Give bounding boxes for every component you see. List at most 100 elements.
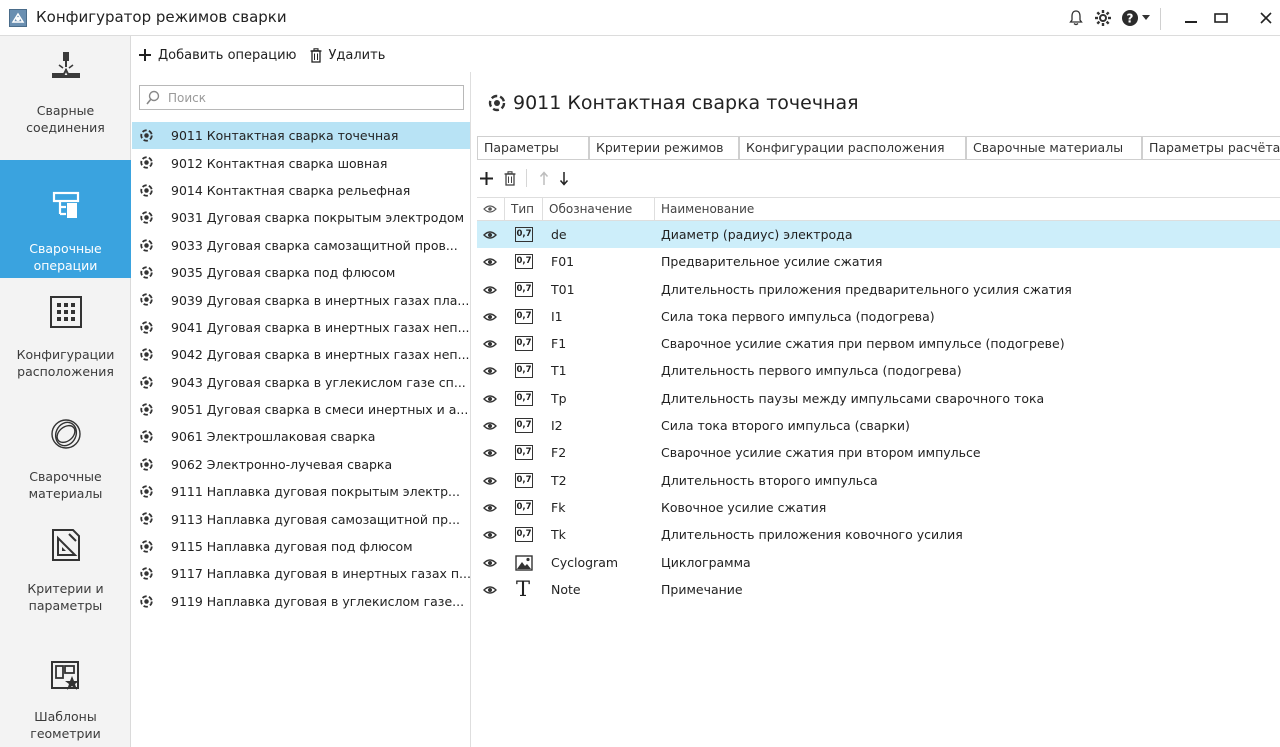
move-down-button[interactable] [559, 171, 569, 186]
add-operation-button[interactable]: Добавить операцию [138, 48, 296, 63]
nav-item-welding-operations[interactable]: Сварочные операции [0, 160, 131, 278]
list-item[interactable]: 9033 Дуговая сварка самозащитной пров... [132, 232, 470, 259]
visibility-eye-icon[interactable] [483, 557, 497, 571]
name-column-header[interactable]: Наименование [655, 198, 1280, 220]
delete-label: Удалить [328, 47, 386, 63]
table-row[interactable]: 0,7 F1 Сварочное усилие сжатия при первом … [477, 330, 1280, 357]
visibility-eye-icon[interactable] [483, 393, 497, 407]
table-row[interactable]: Cyclogram Циклограмма [477, 549, 1280, 576]
list-item[interactable]: 9051 Дуговая сварка в смеси инертных и а… [132, 396, 470, 423]
pane-divider[interactable] [470, 72, 471, 747]
operation-label: 9033 Дуговая сварка самозащитной пров... [171, 237, 458, 253]
search-box [139, 85, 464, 110]
nav-item-geometry-templates[interactable]: Шаблоны геометрии [0, 660, 131, 747]
nav-item-layout-configurations[interactable]: Конфигурации расположения [0, 296, 131, 406]
help-menu-button[interactable]: ? [1118, 6, 1152, 30]
operation-icon [139, 320, 154, 338]
list-item[interactable]: 9117 Наплавка дуговая в инертных газах п… [132, 560, 470, 587]
operation-icon [139, 347, 154, 365]
list-item[interactable]: 9042 Дуговая сварка в инертных газах неп… [132, 341, 470, 368]
table-row[interactable]: 0,7 I1 Сила тока первого импульса (подогре… [477, 303, 1280, 330]
list-item[interactable]: 9012 Контактная сварка шовная [132, 149, 470, 176]
list-item[interactable]: 9111 Наплавка дуговая покрытым электр... [132, 478, 470, 505]
delete-button[interactable]: Удалить [310, 48, 385, 63]
tab-calculation-parameters[interactable]: Параметры расчёта [1142, 136, 1280, 159]
list-item[interactable]: 9031 Дуговая сварка покрытым электродом [132, 204, 470, 231]
list-item[interactable]: 9011 Контактная сварка точечная [132, 122, 470, 150]
list-item[interactable]: 9035 Дуговая сварка под флюсом [132, 259, 470, 286]
tab-mode-criteria[interactable]: Критерии режимов [589, 136, 739, 159]
parameter-name: Предварительное усилие сжатия [661, 254, 883, 270]
table-row[interactable]: 0,7 de Диаметр (радиус) электрода [477, 221, 1280, 249]
search-input[interactable] [166, 88, 456, 107]
chevron-down-icon [1141, 15, 1150, 20]
table-row[interactable]: 0,7 F2 Сварочное усилие сжатия при втором … [477, 439, 1280, 466]
arrow-up-icon [539, 170, 549, 185]
table-row[interactable]: 0,7 I2 Сила тока второго импульса (сварки) [477, 412, 1280, 439]
table-row[interactable]: 0,7 Tk Длительность приложения ковочного у… [477, 521, 1280, 548]
list-item[interactable]: 9061 Электрошлаковая сварка [132, 423, 470, 450]
maximize-button[interactable] [1208, 6, 1234, 30]
list-item[interactable]: 9115 Наплавка дуговая под флюсом [132, 533, 470, 560]
table-row[interactable]: 0,7 T01 Длительность приложения предварите… [477, 276, 1280, 303]
add-parameter-button[interactable] [479, 171, 494, 186]
bell-icon[interactable] [1066, 6, 1086, 30]
visibility-eye-icon[interactable] [483, 502, 497, 516]
toolbar-separator [526, 169, 527, 187]
minimize-button[interactable] [1178, 6, 1204, 30]
operation-label: 9035 Дуговая сварка под флюсом [171, 265, 396, 281]
nav-item-welded-joints[interactable]: Сварные соединения [0, 50, 131, 160]
numeric-type-icon: 0,7 [515, 308, 533, 324]
close-button[interactable] [1254, 6, 1278, 30]
visibility-eye-icon[interactable] [483, 229, 497, 243]
tab-welding-materials[interactable]: Сварочные материалы [966, 136, 1142, 159]
table-row[interactable]: 0,7 T1 Длительность первого импульса (подо… [477, 357, 1280, 384]
visibility-eye-icon[interactable] [483, 338, 497, 352]
tab-parameters[interactable]: Параметры [477, 136, 589, 159]
visibility-eye-icon[interactable] [483, 284, 497, 298]
operations-toolbar: Добавить операцию Удалить [138, 38, 598, 72]
operation-label: 9111 Наплавка дуговая покрытым электр... [171, 484, 460, 500]
visibility-eye-icon[interactable] [483, 256, 497, 270]
tab-layout-configurations[interactable]: Конфигурации расположения [739, 136, 966, 159]
visibility-eye-icon[interactable] [483, 420, 497, 434]
parameter-code: Fk [551, 499, 566, 515]
table-row[interactable]: T Note Примечание [477, 576, 1280, 603]
gear-icon[interactable] [1092, 6, 1114, 30]
numeric-type-icon: 0,7 [515, 363, 533, 379]
move-up-button[interactable] [539, 170, 549, 186]
visibility-eye-icon[interactable] [483, 475, 497, 489]
list-item[interactable]: 9119 Наплавка дуговая в углекислом газе.… [132, 588, 470, 615]
side-navigation: Сварные соединения Сварочные операции Ко… [0, 36, 131, 747]
list-item[interactable]: 9043 Дуговая сварка в углекислом газе сп… [132, 369, 470, 396]
table-row[interactable]: 0,7 Fk Ковочное усилие сжатия [477, 494, 1280, 521]
nav-label: Критерии и параметры [27, 581, 104, 613]
operation-icon [139, 594, 154, 612]
titlebar-separator [1160, 8, 1161, 30]
visibility-eye-icon[interactable] [483, 584, 497, 598]
parameter-name: Ковочное усилие сжатия [661, 499, 827, 515]
operation-icon [139, 292, 154, 310]
code-column-header[interactable]: Обозначение [543, 198, 655, 220]
delete-parameter-button[interactable] [504, 170, 516, 186]
visibility-column-header[interactable] [477, 198, 505, 220]
nav-item-criteria-parameters[interactable]: Критерии и параметры [0, 528, 131, 638]
numeric-type-icon: 0,7 [515, 445, 533, 461]
table-row[interactable]: 0,7 F01 Предварительное усилие сжатия [477, 248, 1280, 275]
nav-label: Сварные соединения [26, 103, 105, 135]
weld-joint-icon [51, 52, 80, 78]
list-item[interactable]: 9014 Контактная сварка рельефная [132, 177, 470, 204]
list-item[interactable]: 9041 Дуговая сварка в инертных газах неп… [132, 314, 470, 341]
list-item[interactable]: 9062 Электронно-лучевая сварка [132, 451, 470, 478]
parameter-name: Диаметр (радиус) электрода [661, 227, 853, 242]
table-row[interactable]: 0,7 Tp Длительность паузы между импульсами… [477, 385, 1280, 412]
visibility-eye-icon[interactable] [483, 311, 497, 325]
table-row[interactable]: 0,7 T2 Длительность второго импульса [477, 467, 1280, 494]
visibility-eye-icon[interactable] [483, 529, 497, 543]
nav-item-welding-materials[interactable]: Сварочные материалы [0, 418, 131, 528]
visibility-eye-icon[interactable] [483, 447, 497, 461]
list-item[interactable]: 9039 Дуговая сварка в инертных газах пла… [132, 286, 470, 313]
list-item[interactable]: 9113 Наплавка дуговая самозащитной пр... [132, 505, 470, 532]
type-column-header[interactable]: Тип [505, 198, 543, 220]
visibility-eye-icon[interactable] [483, 365, 497, 379]
